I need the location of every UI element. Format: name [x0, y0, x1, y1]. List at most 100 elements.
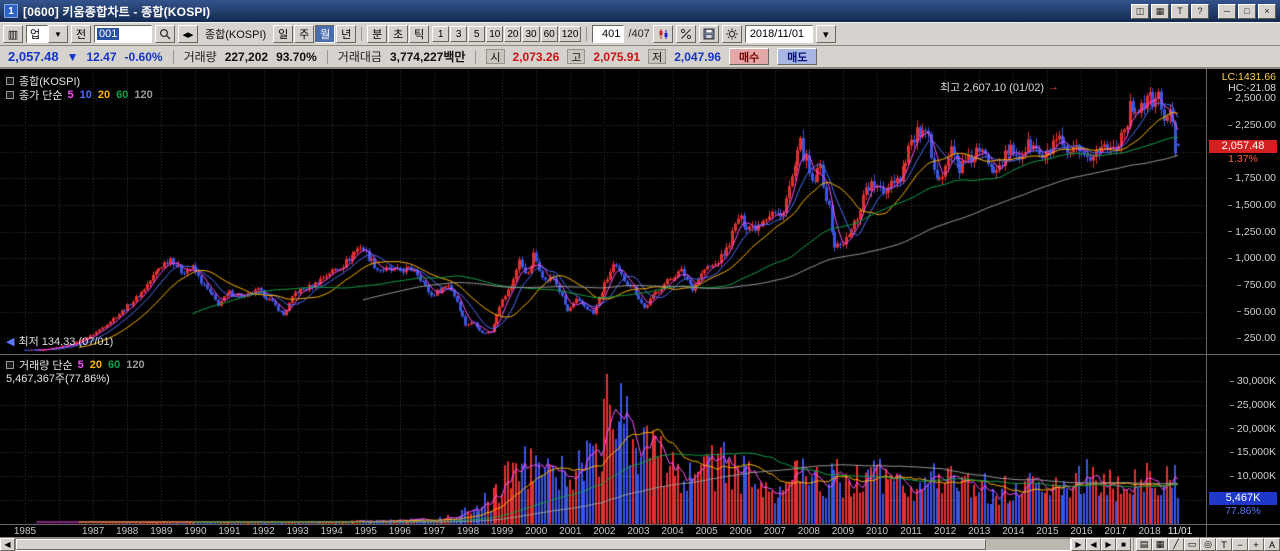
price-change: 12.47 [87, 50, 117, 64]
collapse-icon[interactable] [6, 91, 14, 99]
separator [327, 50, 328, 64]
current-volume-pct: 77.86% [1209, 505, 1277, 517]
window-title: [0600] 키움종합차트 - 종합(KOSPI) [23, 3, 210, 20]
x-axis-year-label: 2014 [997, 526, 1029, 537]
collapse-icon[interactable] [6, 361, 14, 369]
quote-bar: 2,057.48 ▼ 12.47 -0.60% 거래량 227,202 93.7… [0, 46, 1280, 68]
interval-button[interactable]: 3 [450, 26, 467, 42]
search-button[interactable] [155, 25, 175, 43]
period-buttons: 일주월년 [273, 25, 356, 43]
candle-position-input[interactable]: 401 [592, 25, 624, 43]
price-tick-label: 1,250.00 [1228, 226, 1276, 238]
candle-style-button[interactable] [653, 25, 673, 43]
price-tick-label: 2,250.00 [1228, 119, 1276, 131]
interval-button[interactable]: 5 [468, 26, 485, 42]
titlebar-icon[interactable]: ? [1191, 4, 1209, 19]
y-axis: LC:1431.66 HC:-21.08 2,057.48 1.37% 5,46… [1206, 69, 1279, 538]
interval-button[interactable]: 20 [504, 26, 521, 42]
market-label: 종합(KOSPI) [201, 26, 270, 42]
minute-button[interactable]: 분 [367, 25, 387, 43]
period-button-일[interactable]: 일 [273, 25, 293, 43]
pager-button[interactable]: ■ [1116, 538, 1131, 551]
chart-canvas[interactable] [0, 69, 1206, 538]
zoom-in-button[interactable]: + [1248, 538, 1264, 551]
chart-area: 종합(KOSPI) 종가 단순 5102060120 거래량 단순 520601… [0, 68, 1280, 537]
open-chip: 시 [486, 49, 504, 64]
interval-button[interactable]: 60 [541, 26, 558, 42]
price-ma-period-5: 5 [68, 89, 74, 101]
stock-type-button[interactable]: ▥ [3, 25, 23, 43]
low-chip: 저 [648, 49, 666, 64]
pane-divider[interactable] [0, 354, 1280, 355]
minimize-icon[interactable]: ─ [1218, 4, 1236, 19]
bottom-scrollbar: ◀ ▶ ◀▶■ ▤▦╱▭◎T − + A [0, 537, 1280, 551]
price-tick-label: 250.00 [1237, 332, 1276, 344]
pager-button[interactable]: ◀ [1086, 538, 1101, 551]
pager-button[interactable]: ▶ [1101, 538, 1116, 551]
titlebar-icon[interactable]: ◫ [1131, 4, 1149, 19]
highest-annotation-text: 최고 2,607.10 (01/02) [940, 79, 1044, 95]
buy-button[interactable]: 매수 [729, 48, 769, 65]
x-axis-year-label: 2017 [1100, 526, 1132, 537]
scroll-right-button[interactable]: ▶ [1071, 538, 1086, 551]
price-ma-period-120: 120 [134, 89, 152, 101]
minute-button[interactable]: 초 [388, 25, 408, 43]
close-icon[interactable]: × [1258, 4, 1276, 19]
minute-button[interactable]: 틱 [409, 25, 429, 43]
volume-ma-period-120: 120 [126, 359, 144, 371]
x-axis-year-label: 2009 [827, 526, 859, 537]
period-button-주[interactable]: 주 [294, 25, 314, 43]
separator [586, 27, 587, 41]
zoom-out-button[interactable]: − [1232, 538, 1248, 551]
price-tick-label: 750.00 [1237, 279, 1276, 291]
calendar-dropdown-button[interactable]: ▾ [816, 25, 836, 43]
chart-tool-button[interactable]: T [1216, 538, 1232, 551]
interval-button[interactable]: 1 [432, 26, 449, 42]
chevron-down-icon[interactable]: ▼ [48, 25, 68, 43]
interval-button[interactable]: 30 [522, 26, 539, 42]
high-value: 2,075.91 [593, 50, 640, 64]
stock-code-input[interactable]: 001 [94, 25, 152, 43]
sector-combo[interactable]: 업 ▼ [26, 25, 68, 43]
chart-tool-button[interactable]: ▤ [1136, 538, 1152, 551]
chart-tool-button[interactable]: ◎ [1200, 538, 1216, 551]
collapse-icon[interactable] [6, 77, 14, 85]
tool-buttons: ▤▦╱▭◎T [1136, 538, 1232, 551]
x-axis-year-label: 2008 [793, 526, 825, 537]
titlebar-icon[interactable]: ▦ [1151, 4, 1169, 19]
settings-button[interactable] [722, 25, 742, 43]
scrollbar-thumb[interactable] [16, 539, 986, 550]
price-tick-label: 2,500.00 [1228, 92, 1276, 104]
sell-button[interactable]: 매도 [777, 48, 817, 65]
period-button-년[interactable]: 년 [336, 25, 356, 43]
volume-tick-label: 25,000K [1230, 399, 1276, 411]
toolbar: ▥ 업 ▼ 전 001 ◂▸ 종합(KOSPI) 일주월년 분초틱 135102… [0, 22, 1280, 46]
auto-scale-button[interactable]: A [1264, 538, 1280, 551]
lowest-annotation-text: 최저 134.33 (07/01) [18, 333, 113, 349]
x-axis-year-label: 1989 [145, 526, 177, 537]
interval-button[interactable]: 120 [559, 26, 582, 42]
price-ma-periods: 5102060120 [68, 89, 153, 101]
chart-tool-button[interactable]: ╱ [1168, 538, 1184, 551]
chart-tool-button[interactable]: ▭ [1184, 538, 1200, 551]
titlebar-icon[interactable]: T [1171, 4, 1189, 19]
period-button-월[interactable]: 월 [315, 25, 335, 43]
application-window: { "window": { "badge": "1", "title": "[0… [0, 0, 1280, 551]
highest-annotation: 최고 2,607.10 (01/02) → [940, 79, 1059, 95]
chart-tool-button[interactable]: ▦ [1152, 538, 1168, 551]
volume-pct: 93.70% [276, 50, 317, 64]
interval-button[interactable]: 10 [486, 26, 503, 42]
save-button[interactable] [699, 25, 719, 43]
current-price-pct: 1.37% [1209, 153, 1277, 165]
x-axis-year-label: 2006 [725, 526, 757, 537]
scroll-left-button[interactable]: ◀ [0, 538, 15, 551]
recent-stocks-button[interactable]: ◂▸ [178, 25, 198, 43]
date-input[interactable]: 2018/11/01 [745, 25, 813, 43]
scrollbar-track[interactable] [15, 538, 1071, 551]
prev-stock-button[interactable]: 전 [71, 25, 91, 43]
percent-scale-button[interactable] [676, 25, 696, 43]
maximize-icon[interactable]: □ [1238, 4, 1256, 19]
x-axis-year-label: 2013 [963, 526, 995, 537]
volume-tick-label: 30,000K [1230, 375, 1276, 387]
minute-buttons: 분초틱 [367, 25, 429, 43]
